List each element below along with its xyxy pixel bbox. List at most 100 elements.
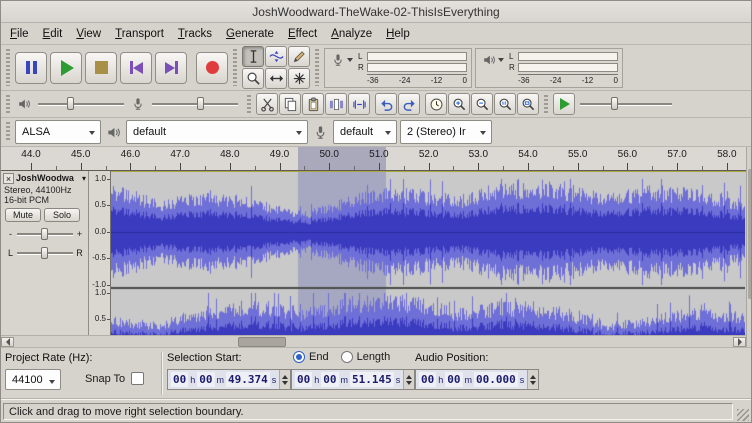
menu-effect[interactable]: Effect — [281, 23, 324, 45]
spin-up-icon[interactable] — [406, 372, 412, 379]
input-device-select[interactable]: default — [333, 120, 397, 144]
vertical-scrollbar-thumb[interactable] — [748, 169, 752, 299]
input-channels-select[interactable]: 2 (Stereo) Ir — [400, 120, 492, 144]
device-toolbar-grip[interactable] — [6, 122, 10, 142]
output-device-select[interactable]: default — [126, 120, 308, 144]
sync-lock-button[interactable] — [425, 93, 447, 115]
envelope-tool-button[interactable] — [265, 46, 287, 67]
scroll-left-arrow-icon[interactable] — [1, 337, 14, 347]
cut-button[interactable] — [256, 93, 278, 115]
menu-transport[interactable]: Transport — [108, 23, 171, 45]
slider-thumb[interactable] — [41, 247, 48, 259]
fit-project-button[interactable] — [517, 93, 539, 115]
vertical-scale-ruler[interactable]: 1.00.50.0-0.5-1.01.00.5 — [89, 171, 111, 335]
paste-button[interactable] — [302, 93, 324, 115]
edit-toolbar-grip[interactable] — [247, 95, 251, 113]
snap-to-checkbox[interactable] — [131, 372, 144, 385]
time-minutes[interactable]: 00 — [197, 372, 214, 387]
selection-end-time[interactable]: 00h 00m 51.145s — [291, 369, 415, 390]
menu-help[interactable]: Help — [379, 23, 417, 45]
menu-file[interactable]: File — [3, 23, 36, 45]
time-minutes[interactable]: 00 — [445, 372, 462, 387]
end-radio[interactable] — [293, 351, 305, 363]
selection-tool-button[interactable] — [242, 46, 264, 67]
tools-toolbar-grip[interactable] — [233, 49, 237, 86]
zoom-out-button[interactable] — [471, 93, 493, 115]
time-minutes[interactable]: 00 — [321, 372, 338, 387]
skip-to-start-button[interactable] — [120, 52, 152, 84]
recording-meter-dropdown[interactable] — [329, 51, 355, 69]
time-seconds[interactable]: 51.145 — [350, 372, 394, 387]
time-hours[interactable]: 00 — [171, 372, 188, 387]
spin-down-icon[interactable] — [406, 381, 412, 388]
menu-generate[interactable]: Generate — [219, 23, 281, 45]
slider-thumb[interactable] — [41, 228, 48, 240]
stop-button[interactable] — [85, 52, 117, 84]
menu-edit[interactable]: Edit — [36, 23, 70, 45]
output-volume-slider[interactable] — [38, 96, 124, 112]
audio-position-time[interactable]: 00h 00m 00.000s — [415, 369, 539, 390]
project-rate-select[interactable]: 44100 — [5, 369, 61, 390]
gain-slider[interactable] — [17, 227, 73, 241]
menu-view[interactable]: View — [69, 23, 108, 45]
play-at-speed-button[interactable] — [553, 93, 575, 115]
track-control-panel[interactable]: × JoshWoodwa ▾ Stereo, 44100Hz 16-bit PC… — [1, 171, 89, 335]
input-volume-slider[interactable] — [152, 96, 238, 112]
time-seconds[interactable]: 00.000 — [474, 372, 518, 387]
record-button[interactable] — [196, 52, 228, 84]
scroll-right-arrow-icon[interactable] — [733, 337, 746, 347]
time-spinner[interactable] — [527, 370, 538, 389]
timeshift-tool-button[interactable] — [265, 68, 287, 89]
spin-up-icon[interactable] — [530, 372, 536, 379]
play-button[interactable] — [50, 52, 82, 84]
time-spinner[interactable] — [403, 370, 414, 389]
playback-speed-slider[interactable] — [580, 96, 672, 112]
zoom-in-button[interactable] — [448, 93, 470, 115]
spin-up-icon[interactable] — [282, 372, 288, 379]
time-spinner[interactable] — [279, 370, 290, 389]
time-seconds[interactable]: 49.374 — [226, 372, 270, 387]
spin-down-icon[interactable] — [282, 381, 288, 388]
timeline-ruler[interactable]: 44.045.046.047.048.049.050.051.052.053.0… — [1, 147, 746, 171]
track-menu-arrow-icon[interactable]: ▾ — [82, 174, 86, 183]
waveform-canvas[interactable] — [111, 171, 745, 335]
end-radio-label[interactable]: End — [309, 351, 329, 363]
multi-tool-button[interactable] — [288, 68, 310, 89]
length-radio-label[interactable]: Length — [357, 351, 391, 363]
spin-down-icon[interactable] — [530, 381, 536, 388]
pan-slider[interactable] — [17, 246, 73, 260]
length-radio[interactable] — [341, 351, 353, 363]
time-hours[interactable]: 00 — [419, 372, 436, 387]
close-track-icon[interactable]: × — [3, 173, 14, 184]
meter-toolbar-grip[interactable] — [315, 49, 319, 86]
menu-tracks[interactable]: Tracks — [171, 23, 219, 45]
fit-selection-button[interactable] — [494, 93, 516, 115]
resize-grip-icon[interactable] — [737, 409, 749, 421]
selection-start-time[interactable]: 00h 00m 49.374s — [167, 369, 291, 390]
pause-button[interactable] — [15, 52, 47, 84]
recording-meter[interactable]: L R -36-24-120 — [324, 48, 472, 88]
audio-host-select[interactable]: ALSA — [15, 120, 101, 144]
slider-thumb[interactable] — [67, 97, 74, 110]
play-at-speed-grip[interactable] — [544, 95, 548, 113]
track-name[interactable]: JoshWoodwa — [16, 173, 80, 183]
time-hours[interactable]: 00 — [295, 372, 312, 387]
playback-meter[interactable]: L R -36-24-120 — [475, 48, 623, 88]
vertical-scrollbar[interactable] — [746, 147, 752, 347]
mute-button[interactable]: Mute — [5, 208, 41, 222]
redo-button[interactable] — [398, 93, 420, 115]
skip-to-end-button[interactable] — [155, 52, 187, 84]
slider-thumb[interactable] — [197, 97, 204, 110]
undo-button[interactable] — [375, 93, 397, 115]
slider-thumb[interactable] — [611, 97, 618, 110]
zoom-tool-button[interactable] — [242, 68, 264, 89]
copy-button[interactable] — [279, 93, 301, 115]
horizontal-scrollbar-thumb[interactable] — [238, 337, 286, 347]
draw-tool-button[interactable] — [288, 46, 310, 67]
horizontal-scrollbar[interactable] — [1, 335, 746, 347]
menu-analyze[interactable]: Analyze — [324, 23, 379, 45]
trim-audio-button[interactable] — [325, 93, 347, 115]
solo-button[interactable]: Solo — [44, 208, 80, 222]
mixer-toolbar-grip[interactable] — [6, 95, 10, 113]
playback-meter-dropdown[interactable] — [480, 51, 506, 69]
